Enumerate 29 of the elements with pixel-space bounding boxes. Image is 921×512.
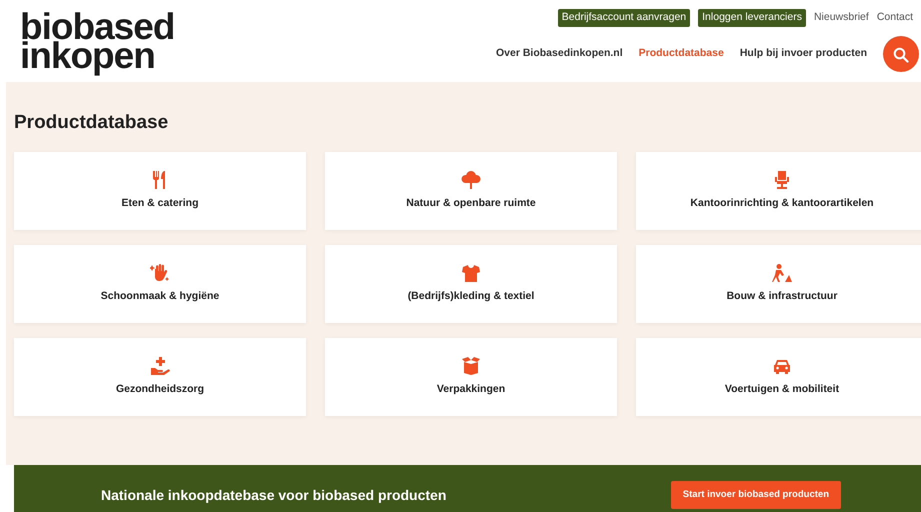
tree-icon bbox=[461, 170, 481, 190]
care-icon bbox=[150, 356, 170, 376]
nav-link[interactable]: Productdatabase bbox=[638, 46, 724, 62]
search-icon bbox=[893, 46, 909, 63]
worker-icon bbox=[772, 262, 792, 283]
shirt-icon bbox=[461, 262, 481, 283]
category-card[interactable]: Gezondheidszorg bbox=[14, 338, 306, 416]
search-button[interactable] bbox=[883, 36, 919, 72]
banner-text: Nationale inkoopdatebase voor biobased producten bbox=[101, 486, 446, 505]
category-card[interactable]: Eten & catering bbox=[14, 152, 306, 230]
hand-icon bbox=[150, 262, 170, 283]
box-icon bbox=[461, 356, 481, 376]
category-card[interactable]: Verpakkingen bbox=[325, 338, 617, 416]
category-card[interactable]: Kantoorinrichting & kantoorartikelen bbox=[636, 152, 921, 230]
chair-icon bbox=[772, 170, 792, 190]
header-link[interactable]: Contact bbox=[876, 10, 913, 26]
header-button[interactable]: Inloggen leveranciers bbox=[698, 9, 806, 27]
category-card[interactable]: Schoonmaak & hygiëne bbox=[14, 244, 306, 323]
header-link[interactable]: Nieuwsbrief bbox=[814, 10, 869, 26]
page-title: Productdatabase bbox=[14, 112, 170, 135]
nav-link[interactable]: Over Biobasedinkopen.nl bbox=[496, 46, 623, 62]
start-button[interactable]: Start invoer biobased producten bbox=[670, 480, 841, 510]
category-card[interactable]: Bouw & infrastructuur bbox=[636, 244, 921, 323]
nav-link[interactable]: Hulp bij invoer producten bbox=[740, 46, 867, 62]
category-card[interactable]: Natuur & openbare ruimte bbox=[325, 152, 617, 230]
header-button[interactable]: Bedrijfsaccount aanvragen bbox=[558, 9, 690, 27]
category-card[interactable]: Voertuigen & mobiliteit bbox=[636, 338, 921, 416]
logo[interactable]: biobased inkopen bbox=[20, 12, 174, 82]
category-card[interactable]: (Bedrijfs)kleding & textiel bbox=[325, 244, 617, 323]
